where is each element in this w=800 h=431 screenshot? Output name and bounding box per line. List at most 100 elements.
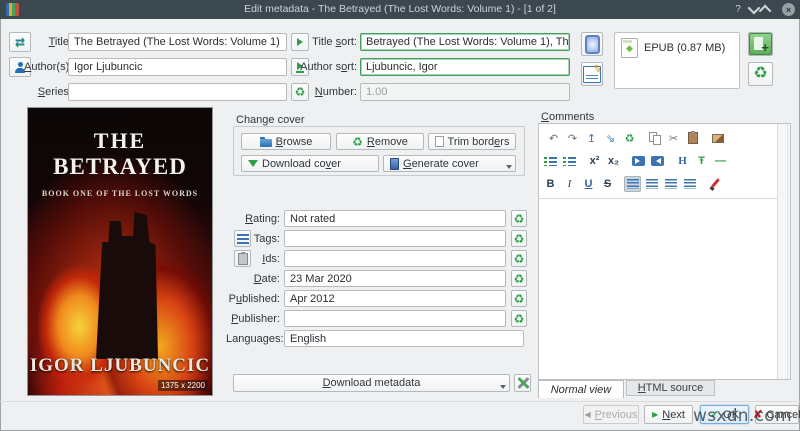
publisher-combo[interactable]	[284, 310, 506, 327]
next-arrow-icon: ▶	[652, 410, 658, 419]
swap-icon: ⇄	[15, 35, 25, 49]
author-sort-input[interactable]: Ljubuncic, Igor	[360, 58, 570, 76]
next-button[interactable]: ▶ Next	[644, 405, 693, 424]
recycle-icon: ♻	[514, 313, 525, 325]
text-color-icon[interactable]	[706, 176, 723, 192]
clear-publisher-button[interactable]: ♻	[511, 310, 527, 327]
formats-list[interactable]: ◆ EPUB (0.87 MB)	[614, 32, 740, 89]
swap-title-author-button[interactable]: ⇄	[9, 32, 31, 52]
align-center-icon[interactable]	[643, 176, 660, 192]
strikethrough-icon[interactable]: S	[599, 176, 616, 192]
heading-icon[interactable]: H	[674, 153, 691, 169]
cut-icon[interactable]: ✂	[665, 130, 682, 146]
authors-combo[interactable]: Igor Ljubuncic	[68, 58, 287, 76]
window-title: Edit metadata - The Betrayed (The Lost W…	[0, 3, 800, 15]
add-format-button[interactable]: +	[748, 32, 773, 56]
align-right-icon[interactable]	[662, 176, 679, 192]
date-combo[interactable]: 23 Mar 2020	[284, 270, 506, 287]
insert-link-icon[interactable]: ⇘	[602, 130, 619, 146]
date-label: Date:	[226, 273, 280, 285]
tab-html-source[interactable]: HTML source	[626, 380, 715, 396]
align-left-icon[interactable]	[624, 176, 641, 192]
comments-toolbar-row1: ↶ ↷ ↥ ⇘ ♻ ✂	[545, 130, 726, 146]
number-label: Number:	[306, 86, 357, 98]
comments-label: Comments	[541, 111, 594, 123]
bold-icon[interactable]: B	[542, 176, 559, 192]
cover-subtitle: BOOK ONE OF THE LOST WORDS	[28, 189, 212, 198]
change-cover-label: Change cover	[236, 114, 305, 126]
comments-text-area[interactable]	[539, 199, 777, 379]
remove-format-button[interactable]: ♻	[748, 62, 773, 86]
dropdown-corner-icon	[500, 385, 506, 389]
clean-html-icon[interactable]: ♻	[621, 130, 638, 146]
watermark: wsxdn.com	[693, 406, 792, 426]
ids-label: Ids:	[226, 253, 280, 265]
download-metadata-button[interactable]: Download metadata	[233, 374, 510, 392]
clear-date-button[interactable]: ♻	[511, 270, 527, 287]
series-combo[interactable]	[68, 83, 287, 101]
publisher-label: Publisher:	[226, 313, 280, 325]
tab-normal-view[interactable]: Normal view	[538, 380, 624, 398]
format-item[interactable]: ◆ EPUB (0.87 MB)	[621, 38, 725, 58]
recycle-icon: ♻	[753, 66, 767, 82]
redo-icon[interactable]: ↷	[564, 130, 581, 146]
close-icon[interactable]: ×	[782, 3, 795, 16]
comments-editor[interactable]: ↶ ↷ ↥ ⇘ ♻ ✂ x² x₂ H Ŧ — B I U S	[538, 123, 791, 380]
subscript-icon[interactable]: x₂	[605, 153, 622, 169]
italic-icon[interactable]: I	[561, 176, 578, 192]
add-book-icon: +	[749, 33, 772, 55]
edit-metadata-dialog: Edit metadata - The Betrayed (The Lost W…	[0, 0, 800, 431]
clear-ids-button[interactable]: ♻	[511, 250, 527, 267]
download-arrow-icon	[248, 160, 258, 167]
help-icon[interactable]: ?	[731, 2, 745, 16]
configure-metadata-download-button[interactable]	[514, 374, 531, 392]
remove-cover-button[interactable]: ♻ Remove	[336, 133, 424, 150]
tags-combo[interactable]	[284, 230, 506, 247]
published-combo[interactable]: Apr 2012	[284, 290, 506, 307]
rating-combo[interactable]: Not rated	[284, 210, 506, 227]
languages-combo[interactable]: English	[284, 330, 524, 347]
page-icon	[435, 136, 444, 147]
download-cover-button[interactable]: Download cover	[241, 155, 379, 172]
browse-cover-button[interactable]: Browse	[241, 133, 331, 150]
view-cover-button[interactable]	[581, 32, 603, 56]
edit-format-metadata-button[interactable]: ✎	[581, 62, 603, 86]
series-number-spinner: 1.00	[360, 83, 570, 101]
ordered-list-icon[interactable]	[542, 153, 559, 169]
recycle-icon: ♻	[514, 273, 525, 285]
bullet-list-icon[interactable]	[561, 153, 578, 169]
indent-less-icon[interactable]	[649, 153, 666, 169]
footer-separator	[0, 401, 800, 402]
shade-up-icon[interactable]	[759, 2, 773, 16]
underline-icon[interactable]: U	[580, 176, 597, 192]
superscript-icon[interactable]: x²	[586, 153, 603, 169]
clear-published-button[interactable]: ♻	[511, 290, 527, 307]
trim-borders-button[interactable]: Trim borders	[428, 133, 516, 150]
cover-image: THE BETRAYED BOOK ONE OF THE LOST WORDS …	[28, 108, 212, 395]
indent-more-icon[interactable]	[630, 153, 647, 169]
shade-down-icon[interactable]	[745, 2, 759, 16]
ids-input[interactable]	[284, 250, 506, 267]
align-justify-icon[interactable]	[681, 176, 698, 192]
select-all-icon[interactable]: ↥	[583, 130, 600, 146]
recycle-icon: ♻	[295, 86, 306, 98]
horizontal-rule-icon[interactable]: —	[712, 153, 729, 169]
clear-rating-button[interactable]: ♻	[511, 210, 527, 227]
insert-image-icon[interactable]	[709, 130, 726, 146]
special-character-icon[interactable]: Ŧ	[693, 153, 710, 169]
titlebar[interactable]: Edit metadata - The Betrayed (The Lost W…	[0, 0, 800, 19]
title-sort-input[interactable]: Betrayed (The Lost Words: Volume 1), The	[360, 33, 570, 51]
title-input[interactable]: The Betrayed (The Lost Words: Volume 1)	[68, 33, 287, 51]
clear-tags-button[interactable]: ♻	[511, 230, 527, 247]
cover-title-line2: BETRAYED	[28, 154, 212, 180]
epub-file-icon: ◆	[621, 38, 638, 58]
comments-scrollbar[interactable]	[777, 124, 790, 379]
generate-cover-button[interactable]: Generate cover	[383, 155, 516, 172]
copy-icon[interactable]	[646, 130, 663, 146]
recycle-icon: ♻	[352, 136, 363, 148]
author-sort-label: Author sort:	[300, 61, 357, 73]
arrow-right-icon	[297, 38, 303, 46]
previous-button: ◀ Previous	[583, 405, 639, 424]
paste-icon[interactable]	[684, 130, 701, 146]
undo-icon[interactable]: ↶	[545, 130, 562, 146]
